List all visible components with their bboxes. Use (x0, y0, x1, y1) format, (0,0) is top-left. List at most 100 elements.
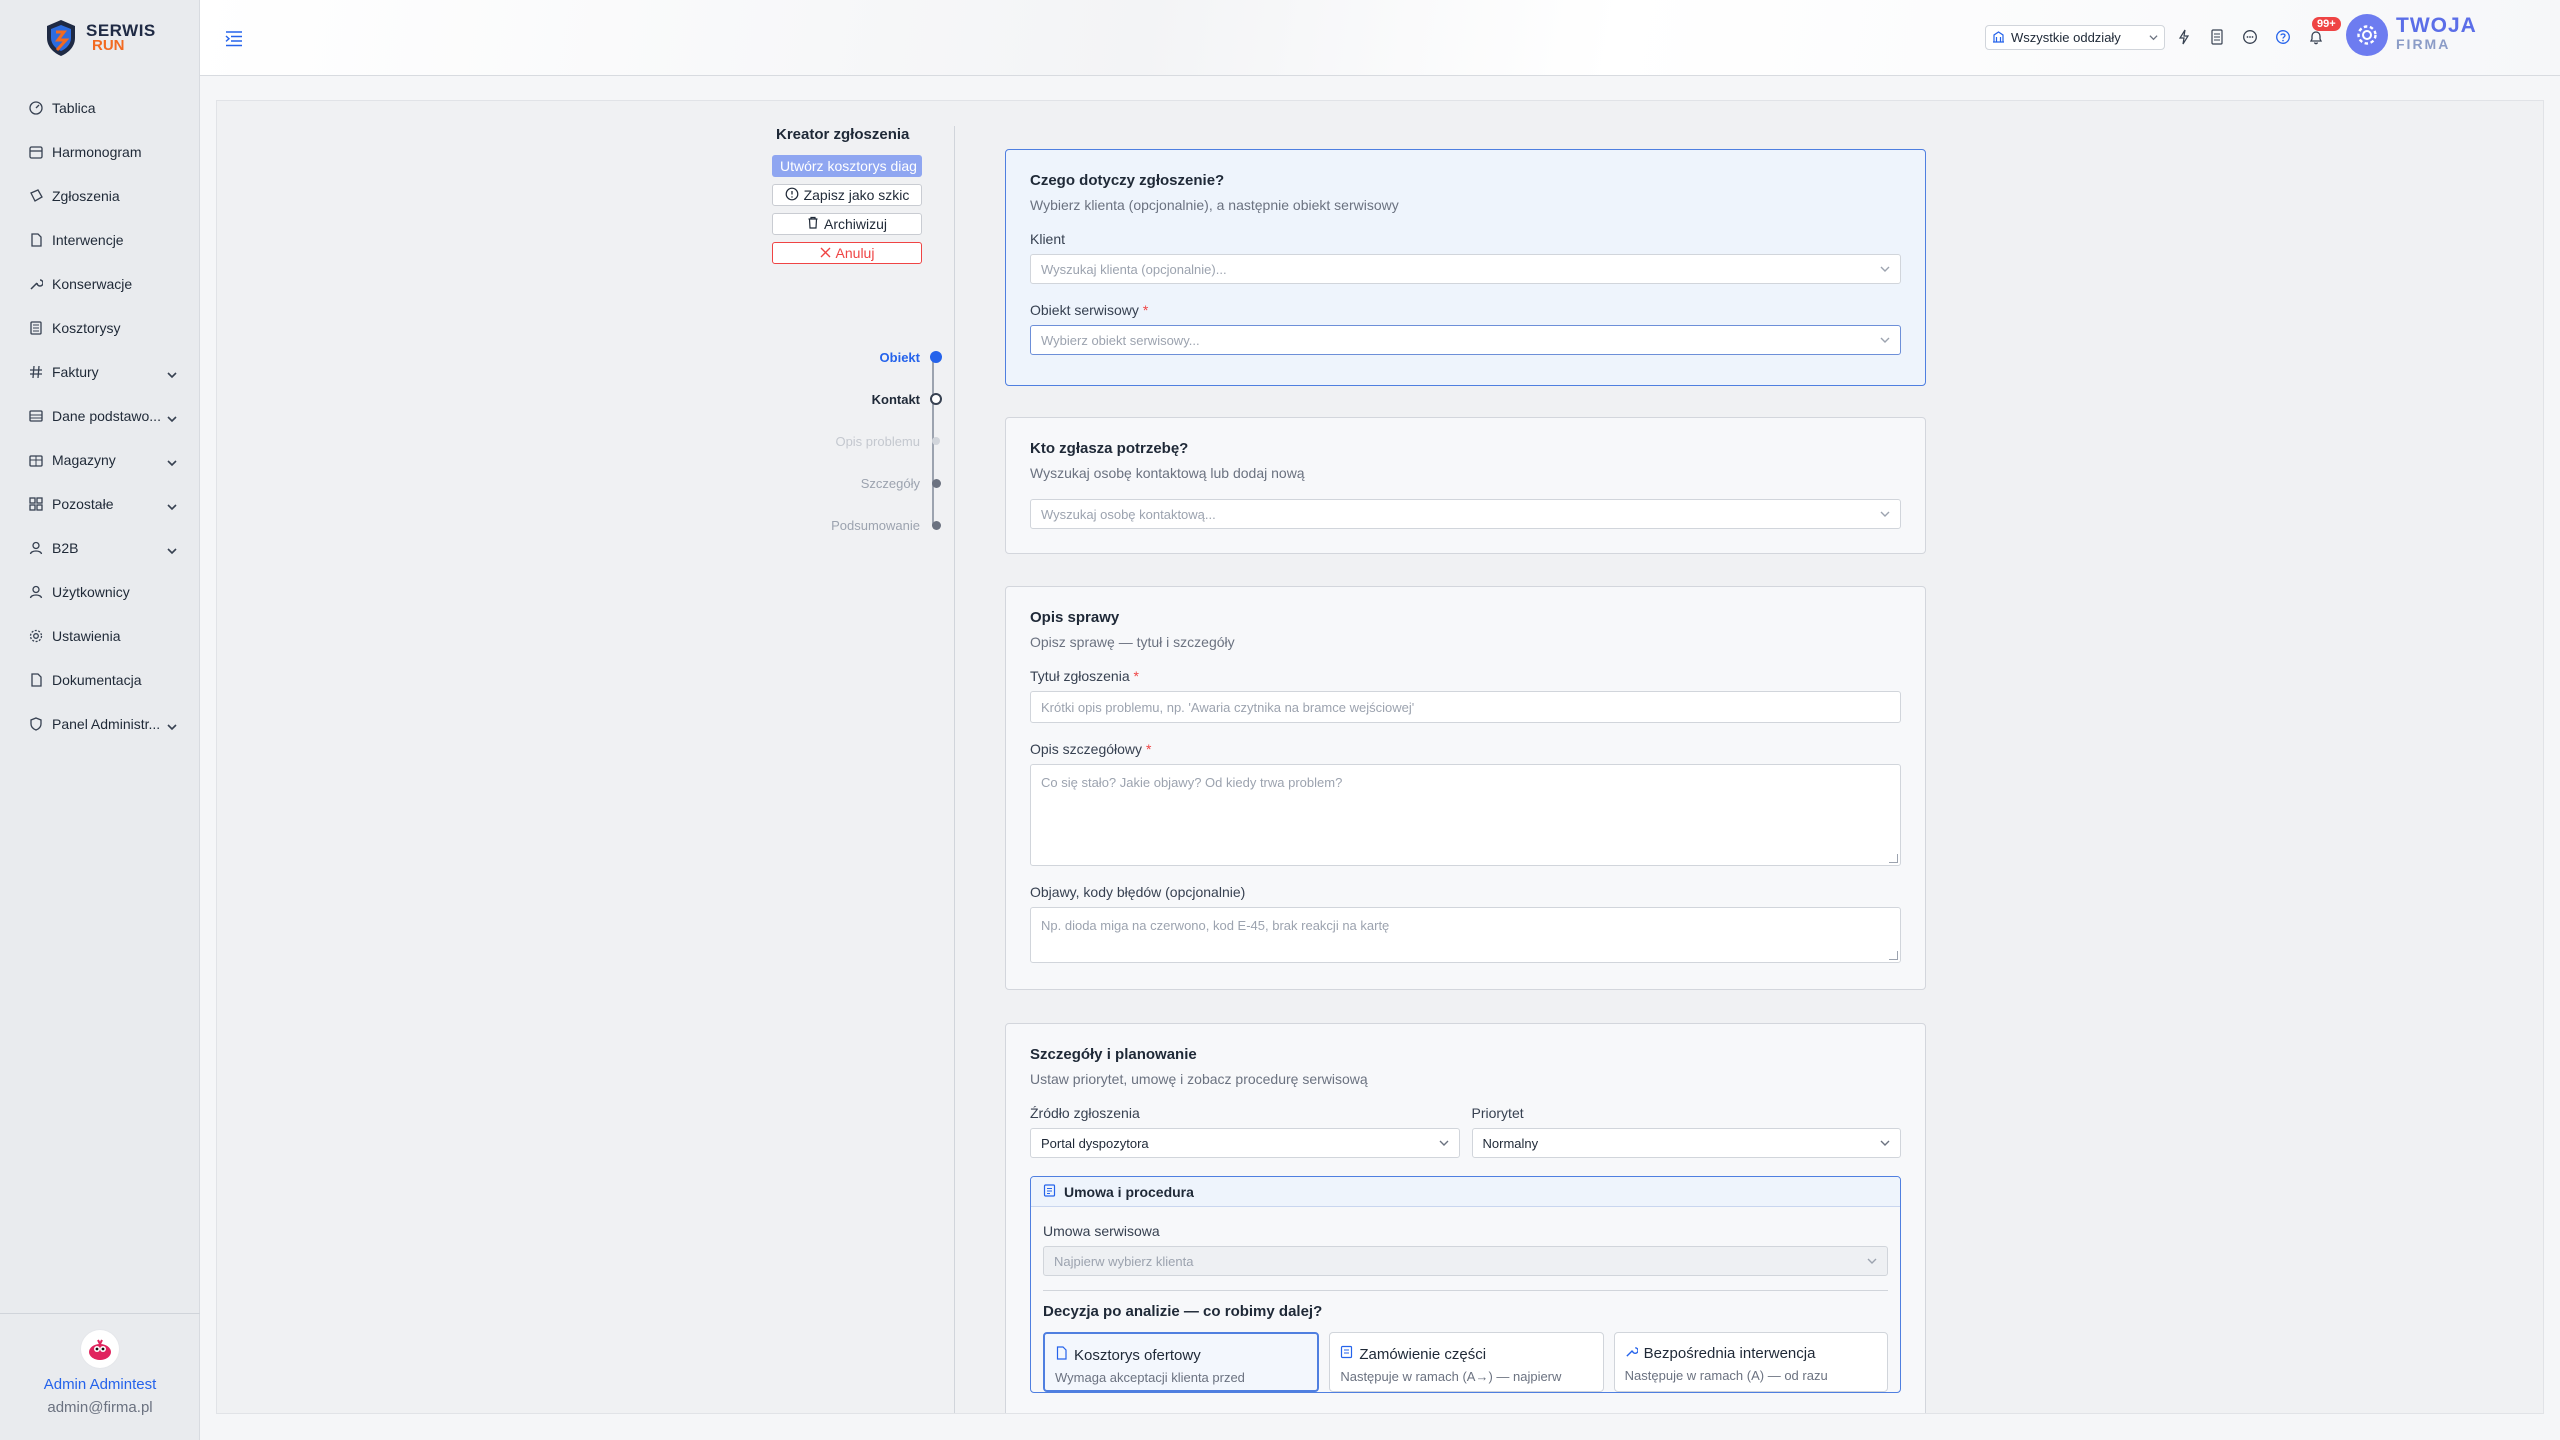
chevron-down-icon[interactable] (167, 499, 177, 511)
cancel-button[interactable]: Anuluj (772, 242, 922, 264)
contract-select[interactable]: Najpierw wybierz klienta (1043, 1246, 1888, 1276)
company-line1: TWOJA (2396, 14, 2477, 37)
create-estimate-button[interactable]: Utwórz kosztorys diag (772, 155, 922, 177)
archive-button[interactable]: Archiwizuj (772, 213, 922, 235)
step-szczegoly[interactable]: Szczegóły (772, 462, 941, 504)
calculator-icon[interactable] (2208, 28, 2226, 46)
sidebar-item-panel-administratora[interactable]: Panel Administr... (0, 702, 199, 746)
sidebar-item-dokumentacja[interactable]: Dokumentacja (0, 658, 199, 702)
sidebar: SERWIS RUN Tablica Harmonogram Zgłoszeni… (0, 0, 200, 1440)
database-icon (28, 408, 44, 424)
sidebar-item-kosztorysy[interactable]: Kosztorysy (0, 306, 199, 350)
option-estimate[interactable]: Kosztorys ofertowy Wymaga akceptacji kli… (1043, 1332, 1320, 1392)
sidebar-item-harmonogram[interactable]: Harmonogram (0, 130, 199, 174)
branch-select[interactable]: Wszystkie oddziały (1985, 25, 2165, 50)
chevron-down-icon[interactable] (167, 719, 177, 731)
step-opis-problemu[interactable]: Opis problemu (772, 420, 940, 462)
sidebar-item-label: Dane podstawo... (52, 408, 161, 424)
priority-select[interactable]: Normalny (1471, 1128, 1901, 1158)
document-icon (28, 232, 44, 248)
save-draft-button[interactable]: Zapisz jako szkic (772, 184, 922, 206)
option-desc: Następuje w ramach (A→) — najpierw (1340, 1369, 1562, 1384)
step-dot (931, 478, 941, 488)
chevron-down-icon[interactable] (167, 367, 177, 379)
building-icon (1992, 30, 2005, 46)
details-textarea[interactable]: Co się stało? Jakie objawy? Od kiedy trw… (1030, 764, 1901, 866)
lightning-icon[interactable] (2175, 28, 2193, 46)
option-parts-order[interactable]: Zamówienie części Następuje w ramach (A→… (1329, 1332, 1604, 1392)
option-direct-intervention[interactable]: Bezpośrednia interwencja Następuje w ram… (1613, 1332, 1888, 1392)
gear-icon (28, 628, 44, 644)
sidebar-item-label: Faktury (52, 364, 99, 380)
source-label: Źródło zgłoszenia (1030, 1105, 1140, 1121)
object-select[interactable]: Wybierz obiekt serwisowy... (1030, 325, 1901, 355)
save-draft-label: Zapisz jako szkic (803, 187, 910, 203)
sidebar-item-magazyny[interactable]: Magazyny (0, 438, 199, 482)
sidebar-item-b2b[interactable]: B2B (0, 526, 199, 570)
sidebar-item-tablica[interactable]: Tablica (0, 86, 199, 130)
company-name: TWOJA FIRMA (2396, 14, 2477, 53)
sidebar-item-ustawienia[interactable]: Ustawienia (0, 614, 199, 658)
sidebar-item-faktury[interactable]: Faktury (0, 350, 199, 394)
sidebar-item-dane-podstawowe[interactable]: Dane podstawo... (0, 394, 199, 438)
sidebar-item-interwencje[interactable]: Interwencje (0, 218, 199, 262)
priority-field: Priorytet Normalny (1471, 1105, 1901, 1176)
symptoms-placeholder: Np. dioda miga na czerwono, kod E-45, br… (1041, 918, 1390, 933)
sidebar-item-label: Interwencje (52, 232, 124, 248)
user-name: Admin Admintest (43, 1376, 157, 1393)
user-panel[interactable]: Admin Admintest admin@firma.pl (0, 1313, 200, 1440)
symptoms-textarea[interactable]: Np. dioda miga na czerwono, kod E-45, br… (1030, 907, 1901, 963)
avatar[interactable] (81, 1330, 119, 1368)
step-dot (930, 393, 942, 405)
contract-select-placeholder: Najpierw wybierz klienta (1054, 1253, 1194, 1269)
sidebar-item-label: Dokumentacja (52, 672, 142, 688)
sidebar-item-label: Zgłoszenia (52, 188, 120, 204)
wrench-icon (28, 276, 44, 292)
document-icon (1055, 1346, 1068, 1364)
sidebar-item-konserwacje[interactable]: Konserwacje (0, 262, 199, 306)
source-priority-row: Źródło zgłoszenia Portal dyspozytora Pri… (1030, 1105, 1901, 1176)
archive-label: Archiwizuj (823, 216, 887, 232)
ticket-title-input[interactable]: Krótki opis problemu, np. 'Awaria czytni… (1030, 691, 1901, 723)
chevron-down-icon (1867, 1254, 1877, 1269)
company-line2: FIRMA (2396, 36, 2451, 52)
contact-select[interactable]: Wyszukaj osobę kontaktową... (1030, 499, 1901, 529)
sidebar-item-uzytkownicy[interactable]: Użytkownicy (0, 570, 199, 614)
option-desc: Następuje w ramach (A) — od razu (1624, 1368, 1828, 1383)
details-label: Opis szczegółowy * (1030, 741, 1901, 757)
sidebar-item-zgloszenia[interactable]: Zgłoszenia (0, 174, 199, 218)
info-icon (785, 187, 799, 204)
chevron-down-icon[interactable] (167, 543, 177, 555)
topbar: Wszystkie oddziały 99+ TWOJA FIRMA (200, 0, 2560, 76)
chat-icon[interactable] (2241, 28, 2259, 46)
user-icon (28, 540, 44, 556)
client-label: Klient (1030, 231, 1066, 247)
menu-toggle-icon[interactable] (224, 28, 244, 48)
help-icon[interactable] (2274, 28, 2292, 46)
card-subtitle: Wybierz klienta (opcjonalnie), a następn… (1030, 197, 1399, 213)
step-obiekt[interactable]: Obiekt (772, 336, 942, 378)
app-logo[interactable]: SERWIS RUN (0, 0, 199, 76)
step-podsumowanie[interactable]: Podsumowanie (772, 504, 941, 546)
card-details: Szczegóły i planowanie Ustaw priorytet, … (1005, 1023, 1926, 1413)
gear-icon (2346, 14, 2388, 56)
chevron-down-icon[interactable] (167, 411, 177, 423)
chevron-down-icon[interactable] (167, 455, 177, 467)
priority-label: Priorytet (1471, 1105, 1524, 1121)
logo-text: SERWIS RUN (86, 22, 156, 53)
company-logo[interactable]: TWOJA FIRMA (2346, 14, 2477, 56)
ticket-icon (28, 188, 44, 204)
main-panel: Kreator zgłoszenia Utwórz kosztorys diag… (216, 100, 2544, 1414)
step-kontakt[interactable]: Kontakt (772, 378, 942, 420)
source-select[interactable]: Portal dyspozytora (1030, 1128, 1460, 1158)
required-mark: * (1145, 741, 1152, 757)
card-title: Czego dotyczy zgłoszenie? (1030, 172, 1225, 189)
card-title: Kto zgłasza potrzebę? (1030, 440, 1189, 457)
object-select-placeholder: Wybierz obiekt serwisowy... (1041, 332, 1200, 348)
client-select[interactable]: Wyszukaj klienta (opcjonalnie)... (1030, 254, 1901, 284)
sidebar-item-label: Konserwacje (52, 276, 133, 292)
source-select-value: Portal dyspozytora (1041, 1135, 1149, 1151)
step-dot (932, 437, 940, 445)
sidebar-item-pozostale[interactable]: Pozostałe (0, 482, 199, 526)
option-label: Bezpośrednia interwencja (1643, 1345, 1816, 1362)
